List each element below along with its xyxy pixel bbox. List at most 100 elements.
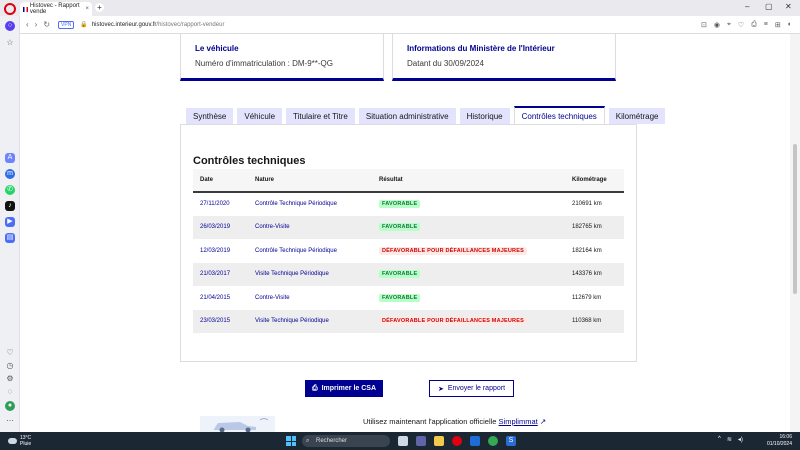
vehicle-card: Le véhicule Numéro d'immatriculation : D… <box>180 34 384 81</box>
tab-controles-techniques[interactable]: Contrôles techniques <box>513 106 605 124</box>
forward-icon[interactable]: › <box>35 20 38 29</box>
weather-condition: Pluie <box>20 441 32 447</box>
table-row: 21/04/2015 Contre-Visite FAVORABLE 112679 k… <box>193 286 624 310</box>
table-row: 23/03/2015 Visite Technique Périodique DÉF… <box>193 309 624 334</box>
more-icon[interactable]: ⋯ <box>5 416 15 426</box>
report-tabs: Synthèse Véhicule Titulaire et Titre Sit… <box>186 106 666 124</box>
cell-resultat: FAVORABLE <box>372 263 565 287</box>
store-icon[interactable] <box>470 436 480 446</box>
new-tab-button[interactable]: + <box>95 3 104 12</box>
aria-icon[interactable]: ○ <box>5 21 15 31</box>
column-header-nature: Nature <box>255 177 275 183</box>
s-app-icon[interactable]: S <box>506 436 516 446</box>
profile-icon[interactable]: ◐ <box>788 21 792 29</box>
heart-icon[interactable]: ♡ <box>738 21 744 29</box>
maximize-icon[interactable]: ▢ <box>765 2 773 11</box>
system-tray: ^ ≋ ◂) <box>718 436 743 443</box>
cell-kilometrage: 210691 km <box>572 201 602 208</box>
cell-date: 26/03/2019 <box>200 224 231 231</box>
opera-taskbar-icon[interactable] <box>452 436 462 446</box>
card-title: Le véhicule <box>195 44 239 53</box>
address-bar-tools: ⊡ ◉ ⌖ ♡ ⎙ ≡ ⊞ ◐ <box>701 21 800 29</box>
flag-favicon-icon <box>23 6 28 12</box>
cell-resultat: DÉFAVORABLE POUR DÉFAILLANCES MAJEURES <box>372 310 565 334</box>
player-icon[interactable]: ▶ <box>5 217 15 227</box>
messenger-icon[interactable]: m <box>5 169 15 179</box>
result-badge: DÉFAVORABLE POUR DÉFAILLANCES MAJEURES <box>379 246 527 255</box>
tab-situation-administrative[interactable]: Situation administrative <box>358 108 456 124</box>
cell-date: 21/04/2015 <box>200 294 231 301</box>
external-link-icon: ↗ <box>539 417 547 426</box>
file-explorer-icon[interactable] <box>434 436 444 446</box>
tab-close-icon[interactable]: × <box>85 6 89 12</box>
card-text: Numéro d'immatriculation : DM-9**-QG <box>195 59 334 68</box>
volume-icon[interactable]: ◂) <box>738 436 743 443</box>
section-title: Contrôles techniques <box>193 155 306 167</box>
system-clock[interactable]: 16:06 01/10/2024 <box>752 434 792 448</box>
vpn-badge[interactable]: VPN <box>58 20 75 29</box>
opera-logo-icon[interactable] <box>4 2 16 15</box>
cell-nature: Contre-Visite <box>255 294 290 301</box>
tab-kilometrage[interactable]: Kilométrage <box>608 108 666 124</box>
cell-date: 23/03/2015 <box>200 318 231 325</box>
column-header-resultat: Résultat <box>379 177 403 183</box>
wifi-icon[interactable]: ≋ <box>727 436 732 443</box>
bulb-icon[interactable]: ◌ <box>5 387 15 397</box>
whatsapp-icon[interactable]: ✆ <box>5 185 15 195</box>
column-header-kilometrage: Kilométrage <box>572 177 607 183</box>
settings-icon[interactable]: ⚙ <box>5 374 15 384</box>
minimize-icon[interactable]: – <box>745 2 749 11</box>
url-field[interactable]: histovec.interieur.gouv.fr/histovec/rapp… <box>92 22 225 28</box>
table-row: 27/11/2020 Contrôle Technique Périodique F… <box>193 192 624 216</box>
tab-synthese[interactable]: Synthèse <box>186 108 234 124</box>
lock-icon[interactable]: 🔒 <box>80 21 87 28</box>
cell-nature: Contre-Visite <box>255 224 290 231</box>
scrollbar-thumb[interactable] <box>793 144 797 294</box>
workspace-icon[interactable]: ▤ <box>5 233 15 243</box>
camera-icon[interactable]: ◉ <box>714 21 720 29</box>
tiktok-icon[interactable]: ♪ <box>5 201 15 211</box>
chevron-up-icon[interactable]: ^ <box>718 436 721 443</box>
cell-kilometrage: 143376 km <box>572 271 602 278</box>
printer-icon: ⎙ <box>311 384 318 392</box>
menu-icon[interactable]: ≡ <box>764 21 768 29</box>
tab-title: Histovec - Rapport vende <box>29 3 80 15</box>
weather-widget[interactable]: 13°C Pluie <box>8 435 31 447</box>
card-text: Datant du 30/09/2024 <box>407 59 484 68</box>
screenshot-icon[interactable]: ⊡ <box>701 21 707 29</box>
cell-date: 27/11/2020 <box>200 201 230 208</box>
app-icon[interactable]: A <box>5 153 15 163</box>
vpn-status-icon[interactable]: ● <box>5 401 15 411</box>
cell-nature: Contrôle Technique Périodique <box>255 247 337 254</box>
send-label: Envoyer le rapport <box>447 385 506 392</box>
reload-icon[interactable]: ↻ <box>43 20 50 29</box>
simplimmat-link[interactable]: Simplimmat <box>499 417 538 426</box>
car-illustration <box>200 416 275 432</box>
send-report-button[interactable]: ➤ Envoyer le rapport <box>429 380 514 397</box>
taskbar-search[interactable]: ⌕ Rechercher <box>302 435 390 447</box>
tab-vehicule[interactable]: Véhicule <box>237 108 283 124</box>
tab-titulaire[interactable]: Titulaire et Titre <box>286 108 355 124</box>
bookmark-icon[interactable]: ⎙ <box>751 21 757 29</box>
start-button[interactable] <box>286 436 296 446</box>
back-icon[interactable]: ‹ <box>26 20 29 29</box>
close-window-icon[interactable]: ✕ <box>785 2 792 11</box>
teams-icon[interactable] <box>416 436 426 446</box>
location-icon[interactable]: ⌖ <box>727 21 731 29</box>
print-csa-button[interactable]: ⎙ Imprimer le CSA <box>305 380 383 397</box>
star-icon[interactable]: ☆ <box>5 38 15 48</box>
extensions-icon[interactable]: ⊞ <box>775 21 781 29</box>
browser-sidebar: ○ ☆ A m ✆ ♪ ▶ ▤ ♡ ◷ ⚙ ◌ ● ⋯ <box>0 16 20 432</box>
controles-panel: Contrôles techniques Date Nature Résulta… <box>180 124 637 362</box>
heart-icon[interactable]: ♡ <box>5 348 15 358</box>
tab-historique[interactable]: Historique <box>459 108 510 124</box>
browser-tab[interactable]: Histovec - Rapport vende × <box>20 2 92 16</box>
chrome-icon[interactable] <box>488 436 498 446</box>
cell-kilometrage: 112679 km <box>572 294 602 301</box>
result-badge: FAVORABLE <box>379 223 421 232</box>
page-scrollbar[interactable] <box>790 34 800 432</box>
task-view-icon[interactable] <box>398 436 408 446</box>
clock-date: 01/10/2024 <box>766 441 792 447</box>
history-icon[interactable]: ◷ <box>5 361 15 371</box>
cell-resultat: FAVORABLE <box>372 286 565 310</box>
